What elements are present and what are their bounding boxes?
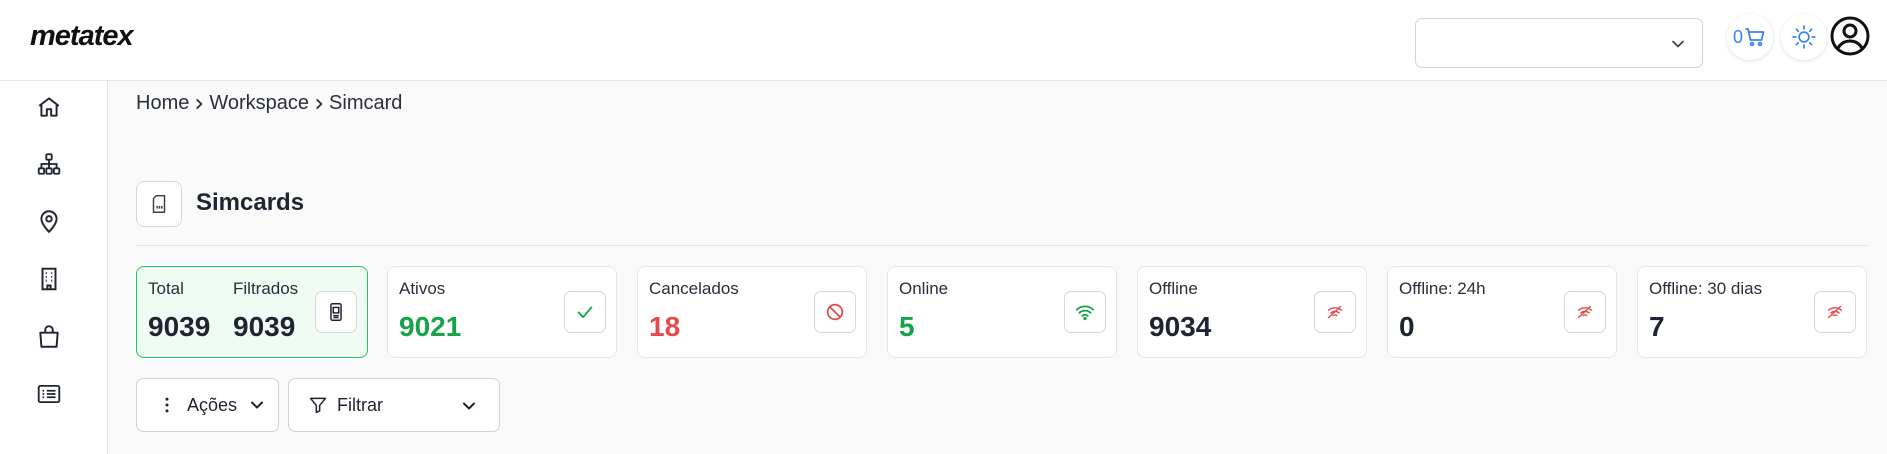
theme-toggle-button[interactable] [1781,14,1827,60]
stat-filtered-label: Filtrados [233,279,299,298]
stat-label: Offline: 30 dias [1649,279,1763,298]
stat-value: 0 [1399,311,1415,342]
sidebar [0,81,108,454]
breadcrumb-workspace[interactable]: Workspace [209,92,309,115]
sidebar-item-home[interactable] [36,94,62,120]
stat-icon-box [814,291,856,333]
simcard-icon [152,195,166,213]
top-header: metatex 0 [0,0,1887,81]
wifi-off-icon [1327,305,1343,319]
page-title: Simcards [196,189,305,216]
simcard-icon [330,303,342,321]
chevron-right-icon [316,98,323,109]
user-menu-button[interactable] [1829,15,1871,57]
location-pin-icon [40,210,58,234]
stat-card-offline[interactable]: Offline 9034 [1137,266,1367,358]
page-title-icon-box [136,181,182,227]
stat-value: 5 [899,311,915,342]
actions-button[interactable]: Ações [136,378,279,432]
chevron-down-icon [463,402,475,410]
cart-icon [1745,28,1765,47]
stat-card-ativos[interactable]: Ativos 9021 [387,266,617,358]
sidebar-item-business[interactable] [36,324,62,350]
sidebar-item-list[interactable] [36,381,62,407]
filter-icon [309,397,327,414]
workspace-select[interactable] [1415,18,1703,68]
stat-card-offline-30-dias[interactable]: Offline: 30 dias 7 [1637,266,1867,358]
building-icon [41,267,57,291]
sidebar-item-buildings[interactable] [36,266,62,292]
breadcrumb-simcard: Simcard [329,92,403,114]
check-icon [577,306,593,318]
stat-total-label: Total [148,279,184,298]
actions-label: Ações [187,394,238,415]
stat-value: 7 [1649,311,1665,342]
stat-card-cancelados[interactable]: Cancelados 18 [637,266,867,358]
breadcrumb: Home Workspace Simcard [136,92,402,115]
stat-label: Cancelados [649,279,739,298]
cart-count: 0 [1732,26,1743,47]
wifi-off-icon [1827,305,1843,319]
chevron-down-icon [1672,40,1684,48]
user-circle-icon [1830,16,1870,56]
stat-value: 9034 [1149,311,1212,342]
sitemap-icon [37,153,61,175]
stat-value: 9021 [399,311,462,342]
filter-button[interactable]: Filtrar [288,378,500,432]
stat-label: Offline: 24h [1399,279,1486,298]
stat-card-total[interactable]: Total 9039 Filtrados 9039 [136,266,368,358]
wifi-icon [1075,305,1095,321]
stat-icon-box [1814,291,1856,333]
stat-icon-box [1064,291,1106,333]
sidebar-item-locations[interactable] [36,208,62,234]
stat-label: Ativos [399,279,446,298]
stat-icon-box [564,291,606,333]
wifi-off-icon [1577,305,1593,319]
divider [136,245,1869,246]
home-icon [38,97,60,117]
stat-label: Online [899,279,949,298]
sun-icon [1792,25,1816,49]
stat-total-icon-box [315,291,357,333]
stat-value: 18 [649,311,681,342]
chevron-down-icon [251,401,264,409]
app-logo[interactable]: metatex [30,20,134,53]
stat-card-online[interactable]: Online 5 [887,266,1117,358]
ban-icon [826,303,844,321]
stat-filtered-value: 9039 [233,311,296,342]
sidebar-item-hierarchy[interactable] [36,151,62,177]
stat-icon-box [1564,291,1606,333]
more-vertical-icon [165,397,169,413]
briefcase-icon [39,325,59,348]
stat-icon-box [1314,291,1356,333]
stat-total-value: 9039 [148,311,211,342]
list-icon [37,384,61,404]
stat-card-offline-24h[interactable]: Offline: 24h 0 [1387,266,1617,358]
chevron-right-icon [196,98,203,109]
stat-label: Offline [1149,279,1198,298]
cart-button[interactable]: 0 [1727,14,1773,60]
filter-label: Filtrar [337,394,383,415]
breadcrumb-home[interactable]: Home [136,92,189,115]
